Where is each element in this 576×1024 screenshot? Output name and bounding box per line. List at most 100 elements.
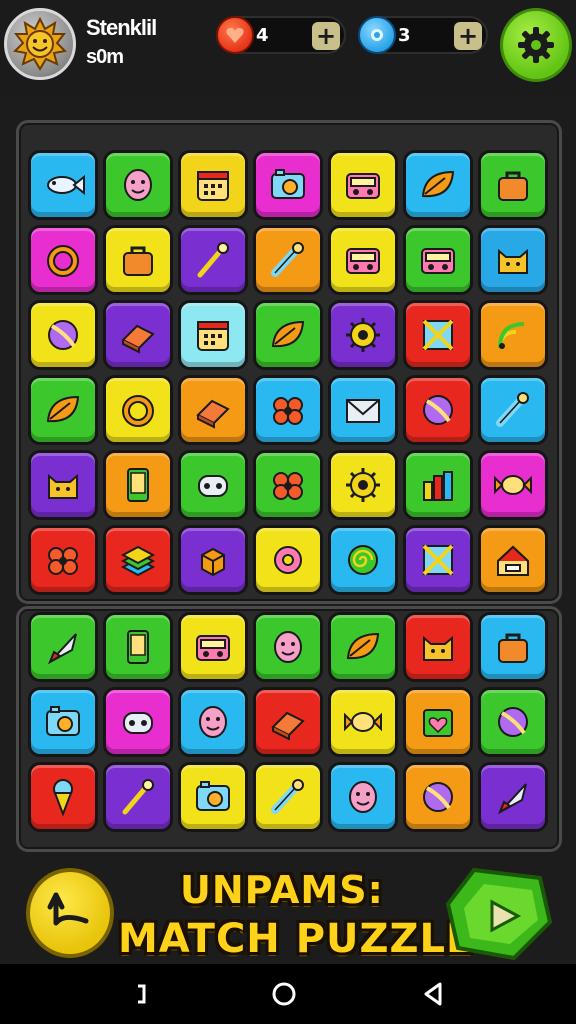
bottom-board-tile[interactable] <box>328 612 398 682</box>
top-board-tile[interactable] <box>103 450 173 520</box>
bottom-board-tile[interactable] <box>103 762 173 832</box>
top-board-tile[interactable] <box>103 375 173 445</box>
bottom-board-tile[interactable] <box>328 762 398 832</box>
cross-icon <box>422 319 454 351</box>
gear-icon <box>346 468 380 502</box>
top-board-tile[interactable] <box>403 150 473 220</box>
top-board-tile[interactable] <box>28 225 98 295</box>
wifi-icon <box>498 322 525 349</box>
bottom-board-tile[interactable] <box>478 762 548 832</box>
top-board-tile[interactable] <box>328 225 398 295</box>
play-button[interactable] <box>444 864 554 964</box>
home-button[interactable] <box>270 980 298 1008</box>
ring-icon <box>122 395 154 427</box>
bottom-board-tile[interactable] <box>28 612 98 682</box>
bottom-board-tile[interactable] <box>178 612 248 682</box>
top-board-tile[interactable] <box>478 450 548 520</box>
candy-icon <box>494 475 532 495</box>
gems-count: 3 <box>398 25 411 46</box>
top-board-tile[interactable] <box>328 525 398 595</box>
top-board-tile[interactable] <box>178 150 248 220</box>
top-board-tile[interactable] <box>328 450 398 520</box>
top-board-tile[interactable] <box>28 375 98 445</box>
top-bar: Stenklil s0m 4 + 3 + <box>0 0 576 96</box>
player-avatar[interactable] <box>4 8 76 80</box>
bottom-board-tile[interactable] <box>103 687 173 757</box>
bottom-board-tile[interactable] <box>403 612 473 682</box>
top-board-tile[interactable] <box>253 375 323 445</box>
bottom-board-tile[interactable] <box>28 687 98 757</box>
top-board-tile[interactable] <box>178 375 248 445</box>
bottom-board-tile[interactable] <box>478 612 548 682</box>
top-board-tile[interactable] <box>478 225 548 295</box>
top-board-tile[interactable] <box>28 300 98 370</box>
top-board-tile[interactable] <box>253 525 323 595</box>
system-nav-bar <box>0 964 576 1024</box>
top-board-tile[interactable] <box>178 225 248 295</box>
top-board-tile[interactable] <box>178 300 248 370</box>
bottom-board-tile[interactable] <box>253 612 323 682</box>
top-board-tile[interactable] <box>178 450 248 520</box>
cat-icon <box>498 248 528 274</box>
top-board-tile[interactable] <box>403 525 473 595</box>
phone-icon <box>127 630 149 664</box>
camera-icon <box>271 169 305 199</box>
top-board-tile[interactable] <box>178 525 248 595</box>
cone-icon <box>53 779 73 817</box>
bag-icon <box>498 633 528 663</box>
top-board-tile[interactable] <box>478 525 548 595</box>
top-board-tile[interactable] <box>28 525 98 595</box>
top-board-tile[interactable] <box>403 450 473 520</box>
add-hearts-button[interactable]: + <box>312 22 340 50</box>
bottom-board-tile[interactable] <box>253 687 323 757</box>
top-board-tile[interactable] <box>28 450 98 520</box>
top-board-tile[interactable] <box>103 525 173 595</box>
top-board-tile[interactable] <box>253 300 323 370</box>
camera-icon <box>196 781 230 811</box>
ball-icon <box>423 395 453 425</box>
bottom-board-tile[interactable] <box>103 612 173 682</box>
bottom-board-tile[interactable] <box>328 687 398 757</box>
top-board-tile[interactable] <box>328 300 398 370</box>
bottom-board-tile[interactable] <box>178 687 248 757</box>
top-board-tile[interactable] <box>478 150 548 220</box>
home-icon <box>272 982 296 1006</box>
top-board-tile[interactable] <box>403 225 473 295</box>
top-board-tile[interactable] <box>478 300 548 370</box>
bottom-board-tile[interactable] <box>28 762 98 832</box>
top-board-tile[interactable] <box>403 300 473 370</box>
tool-icon <box>271 779 304 814</box>
game-title-line1: UNPAMS: <box>180 868 384 912</box>
phone-icon <box>127 468 149 502</box>
top-board-tile[interactable] <box>403 375 473 445</box>
top-board-tile[interactable] <box>28 150 98 220</box>
heart-gem-icon <box>216 16 254 54</box>
donut-icon <box>274 546 302 574</box>
back-nav-button[interactable] <box>420 980 448 1008</box>
add-gems-button[interactable]: + <box>454 22 482 50</box>
bottom-board-tile[interactable] <box>253 762 323 832</box>
top-board-tile[interactable] <box>253 150 323 220</box>
recents-button[interactable] <box>128 980 156 1008</box>
tool-icon <box>496 392 529 427</box>
top-board-tile[interactable] <box>103 300 173 370</box>
rocket-icon <box>497 783 527 815</box>
bottom-board-tile[interactable] <box>178 762 248 832</box>
bottom-board-tile[interactable] <box>403 762 473 832</box>
top-board-tile[interactable] <box>328 150 398 220</box>
top-board-tile[interactable] <box>253 225 323 295</box>
top-board-tile[interactable] <box>478 375 548 445</box>
bottom-board-tile[interactable] <box>478 687 548 757</box>
swirl-icon <box>348 545 378 575</box>
top-board-tile[interactable] <box>103 150 173 220</box>
top-board-tile[interactable] <box>253 450 323 520</box>
flower-icon <box>273 397 303 425</box>
dice-icon <box>198 475 228 497</box>
settings-button[interactable] <box>500 8 572 82</box>
back-button[interactable] <box>26 868 114 958</box>
bottom-board-tile[interactable] <box>403 687 473 757</box>
top-board-tile[interactable] <box>103 225 173 295</box>
calendar-icon <box>197 171 229 201</box>
top-board-tile[interactable] <box>328 375 398 445</box>
candy-icon <box>344 712 382 732</box>
